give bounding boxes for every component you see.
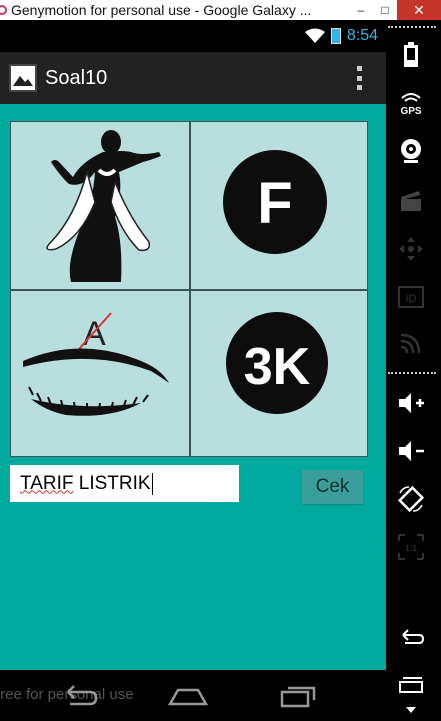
battery-icon bbox=[330, 28, 341, 44]
status-bar: 8:54 bbox=[0, 20, 386, 52]
answer-input[interactable]: TARIF LISTRIK bbox=[10, 465, 239, 502]
scale-icon[interactable]: 1:1 bbox=[396, 532, 426, 562]
recent-apps-icon[interactable] bbox=[278, 680, 318, 710]
maximize-button[interactable]: □ bbox=[373, 0, 397, 20]
home-icon[interactable] bbox=[168, 680, 208, 710]
svg-text:3K: 3K bbox=[244, 338, 311, 396]
svg-text:ID: ID bbox=[406, 293, 417, 305]
svg-text:A: A bbox=[83, 315, 106, 353]
svg-text:GPS: GPS bbox=[400, 106, 421, 117]
letter-f-circle-image: F bbox=[190, 121, 368, 290]
overflow-menu-icon[interactable] bbox=[356, 66, 362, 90]
volume-down-icon[interactable] bbox=[396, 436, 426, 466]
video-capture-icon[interactable] bbox=[396, 186, 426, 216]
back-icon[interactable] bbox=[396, 622, 426, 652]
device-screen: 8:54 Soal10 F A 3K TARIF LISTRIK Cek fre… bbox=[0, 20, 386, 721]
volume-up-icon[interactable] bbox=[396, 388, 426, 418]
answer-input-underlined-text: TARIF bbox=[20, 472, 74, 494]
genymotion-toolbar: GPS ID 1:1 bbox=[386, 20, 441, 721]
3k-circle-image: 3K bbox=[190, 290, 368, 457]
status-clock: 8:54 bbox=[346, 27, 378, 44]
dancer-silhouette-image bbox=[10, 121, 190, 290]
svg-text:1:1: 1:1 bbox=[405, 543, 418, 553]
app-title: Soal10 bbox=[45, 66, 108, 89]
text-caret bbox=[151, 472, 153, 495]
minimize-button[interactable]: – bbox=[349, 0, 373, 20]
puzzle-grid: F A 3K bbox=[10, 121, 368, 457]
device-id-icon[interactable]: ID bbox=[396, 282, 426, 312]
picture-icon bbox=[9, 64, 37, 92]
menu-icon[interactable] bbox=[396, 672, 426, 702]
wifi-icon bbox=[304, 28, 325, 43]
toolbar-divider bbox=[388, 372, 436, 374]
action-bar: Soal10 bbox=[0, 52, 386, 104]
rotate-icon[interactable] bbox=[396, 484, 426, 514]
answer-input-text: LISTRIK bbox=[73, 472, 151, 494]
cek-button[interactable]: Cek bbox=[302, 470, 363, 504]
window-controls: – □ ✕ bbox=[349, 0, 441, 20]
back-icon[interactable] bbox=[60, 680, 100, 710]
chevron-down-icon[interactable] bbox=[396, 700, 426, 720]
close-button[interactable]: ✕ bbox=[397, 0, 441, 20]
window-title: Genymotion for personal use - Google Gal… bbox=[11, 2, 312, 18]
dpad-icon[interactable] bbox=[396, 234, 426, 264]
eyelash-crossed-a-image: A bbox=[10, 290, 190, 457]
svg-text:F: F bbox=[257, 171, 292, 236]
battery-icon[interactable] bbox=[396, 40, 426, 70]
toolbar-divider bbox=[388, 26, 436, 28]
webcam-icon[interactable] bbox=[396, 136, 426, 166]
cast-icon[interactable] bbox=[396, 328, 426, 358]
gps-icon[interactable]: GPS bbox=[396, 88, 426, 118]
navigation-bar: free for personal use bbox=[0, 670, 386, 721]
genymotion-app-icon bbox=[0, 5, 7, 15]
main-content: F A 3K TARIF LISTRIK Cek bbox=[0, 104, 386, 670]
window-title-bar: Genymotion for personal use - Google Gal… bbox=[0, 0, 441, 20]
